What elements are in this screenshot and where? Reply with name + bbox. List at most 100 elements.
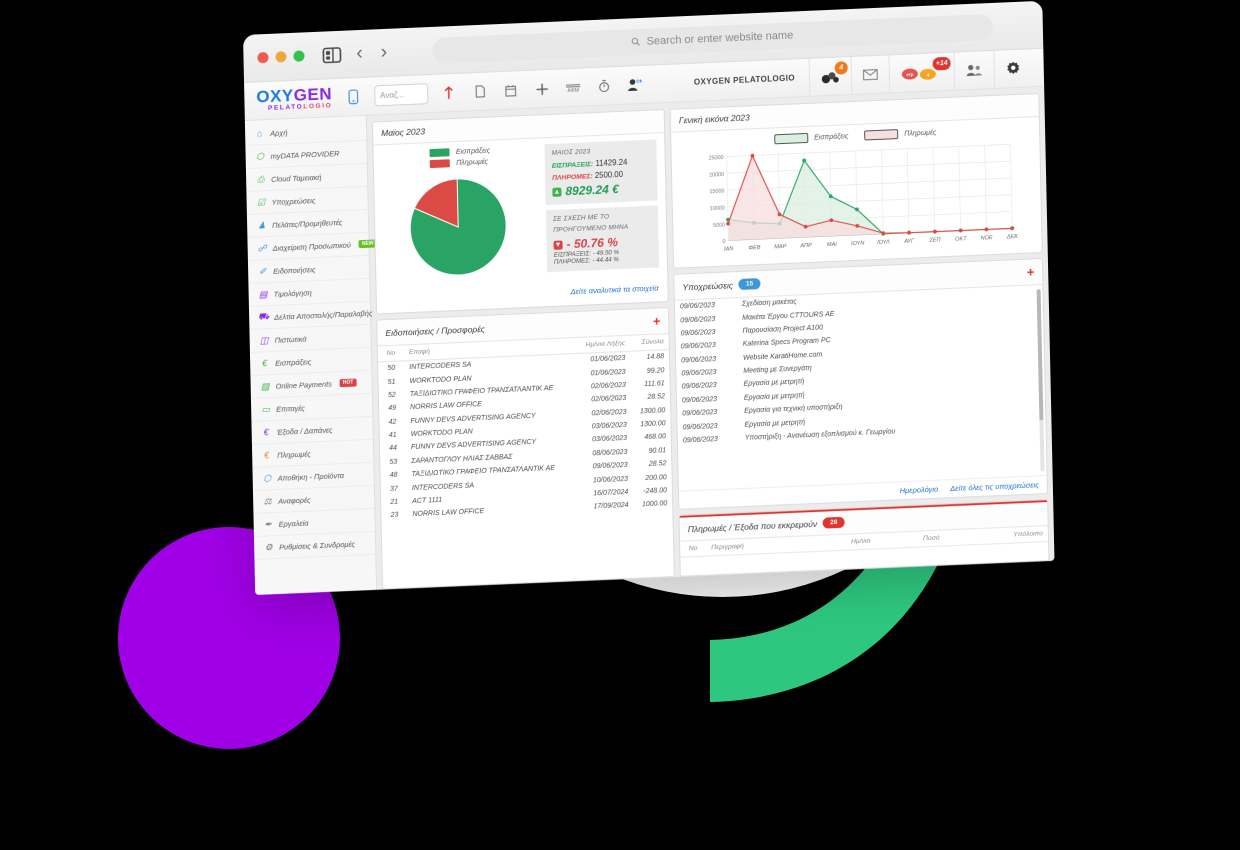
grid-line bbox=[1010, 144, 1013, 229]
tools-button[interactable]: 4 bbox=[808, 57, 852, 96]
area-chart: 0 5000 10000 15000 20000 25000 ΙΑΝ ΦΕΒ ΜΑΡ ΑΠΡ ΜΑΙ… bbox=[709, 143, 1018, 253]
sidebar-item-label: Τιμολόγηση bbox=[273, 287, 312, 299]
x-tick-label: ΙΑΝ bbox=[724, 246, 734, 252]
sidebar-item-label: Πληρωμές bbox=[277, 448, 312, 460]
brand-text: OXYGEN PELATOLOGIO bbox=[693, 73, 796, 87]
comparison-title-line1: ΣΕ ΣΧΕΣΗ ΜΕ ΤΟ bbox=[552, 213, 610, 223]
upload-icon[interactable] bbox=[439, 82, 459, 103]
legend-item: Πληρωμές bbox=[430, 158, 490, 169]
add-obligation-button[interactable]: + bbox=[1026, 264, 1034, 279]
window-controls[interactable] bbox=[257, 50, 305, 64]
sidebar-item-label: Πελάτες/Προμηθευτές bbox=[272, 217, 343, 230]
alerts-button[interactable]: erp 4 +14 bbox=[888, 52, 955, 93]
add-notification-button[interactable]: + bbox=[652, 313, 660, 328]
yearly-overview-card: Γενική εικόνα 2023 Εισπράξεις Πληρωμές 0… bbox=[669, 93, 1043, 269]
table-cell: 48 bbox=[389, 471, 398, 480]
month-totals-box: ΜΑΙΟΣ 2023 ΕΙΣΠΡΑΞΕΙΣ: 11429.24 ΠΛΗΡΟΜΕΣ… bbox=[544, 139, 658, 206]
mail-button[interactable] bbox=[850, 55, 890, 95]
grid-line bbox=[958, 146, 961, 231]
obligations-table: 09/06/2023 Σχεδίαση μακέτας 09/06/2023 Μακέ… bbox=[675, 285, 1046, 448]
sidebar-item-tag: HOT bbox=[339, 378, 357, 388]
summary-stats: ΜΑΙΟΣ 2023 ΕΙΣΠΡΑΞΕΙΣ: 11429.24 ΠΛΗΡΟΜΕΣ… bbox=[544, 139, 660, 275]
browser-window: ‹ › Search or enter website name OXYGEN … bbox=[243, 0, 1055, 595]
svg-text:AΦM: AΦM bbox=[567, 87, 579, 93]
mail-icon bbox=[862, 69, 878, 81]
sidebar-item-label: Πιστωτικά bbox=[274, 334, 307, 345]
x-tick-label: ΑΥΓ bbox=[903, 238, 915, 245]
x-tick-label: ΣΕΠ bbox=[928, 237, 941, 244]
calendar-link[interactable]: Ημερολόγιο bbox=[900, 485, 939, 496]
y-tick-label: 5000 bbox=[713, 222, 725, 229]
column-header: Υπόλοιπο bbox=[944, 526, 1049, 546]
forward-button[interactable]: › bbox=[378, 42, 391, 63]
data-point bbox=[958, 228, 963, 233]
view-all-obligations-link[interactable]: Δείτε όλες τις υποχρεώσεις bbox=[950, 480, 1039, 493]
sidebar-item-label: Υποχρεώσεις bbox=[271, 195, 316, 207]
legend-item: Πληρωμές bbox=[864, 127, 936, 141]
legend-swatch-payments bbox=[864, 129, 899, 141]
pending-payments-count-badge: 28 bbox=[823, 516, 845, 529]
back-button[interactable]: ‹ bbox=[353, 43, 366, 64]
x-tick-label: ΑΠΡ bbox=[799, 243, 812, 250]
x-tick-label: ΜΑΙ bbox=[827, 242, 838, 248]
obligation-date: 09/06/2023 bbox=[682, 436, 718, 445]
table-cell: 21 bbox=[390, 498, 399, 507]
income-label: ΕΙΣΠΡΑΞΕΙΣ: bbox=[551, 161, 594, 170]
data-point bbox=[907, 230, 911, 235]
payments-label: ΠΛΗΡΟΜΕΣ: bbox=[552, 173, 593, 182]
grid-line bbox=[727, 160, 1011, 174]
panel-icon[interactable] bbox=[322, 46, 342, 63]
y-tick-label: 20000 bbox=[709, 172, 724, 179]
left-column: Μαϊος 2023 Εισπράξεις Πληρωμές ΜΑΙΟΣ 202… bbox=[371, 109, 675, 590]
afm-icon[interactable]: AΦM bbox=[563, 77, 583, 98]
gear-icon: ⚙ bbox=[264, 541, 273, 553]
toolbar-search-input[interactable]: Αναζ... bbox=[373, 83, 429, 107]
sidebar-item-label: Αποθήκη - Προϊόντα bbox=[277, 470, 345, 483]
users-button[interactable] bbox=[953, 50, 995, 90]
euro-icon: € bbox=[262, 358, 268, 369]
obligations-count-badge: 15 bbox=[738, 278, 761, 291]
legend-label-income: Εισπράξεις bbox=[455, 147, 491, 156]
column-header: No bbox=[680, 540, 707, 558]
column-header: No bbox=[377, 345, 405, 363]
invoice-icon: ▤ bbox=[258, 288, 268, 300]
toolbar-search-value: Αναζ... bbox=[379, 90, 405, 101]
comparison-title-line2: ΠΡΟΗΓΟΥΜΕΝΟ ΜΗΝΑ bbox=[553, 223, 629, 234]
grid-line bbox=[906, 148, 910, 233]
notifications-offers-card: Ειδοποιήσεις / Προσφορές + No Επαφή Ημ/νια… bbox=[376, 307, 675, 590]
sidebar-item-18[interactable]: ⚙ Ρυθμίσεις & Συνδρομές bbox=[253, 531, 376, 560]
screenshot-root: ‹ › Search or enter website name OXYGEN … bbox=[0, 0, 1240, 850]
sidebar-item-label: myDATA PROVIDER bbox=[270, 148, 340, 161]
obligations-list[interactable]: 09/06/2023 Σχεδίαση μακέτας 09/06/2023 Μακέ… bbox=[675, 285, 1047, 491]
mobile-icon[interactable] bbox=[343, 86, 363, 107]
legend-swatch-income bbox=[429, 148, 450, 158]
settings-button[interactable] bbox=[993, 49, 1033, 88]
pending-payments-title: Πληρωμές / Έξοδα που εκκρεμούν bbox=[687, 518, 818, 534]
document-icon[interactable] bbox=[470, 81, 490, 102]
timer-icon[interactable] bbox=[594, 76, 614, 97]
table-cell: 44 bbox=[389, 445, 397, 453]
scale-icon: ⚖ bbox=[263, 495, 272, 507]
euro-icon: € bbox=[263, 427, 269, 438]
y-tick-label: 25000 bbox=[709, 155, 724, 162]
notifications-title: Ειδοποιήσεις / Προσφορές bbox=[385, 323, 485, 338]
euro-icon: € bbox=[264, 450, 270, 461]
minimize-window-button[interactable] bbox=[275, 51, 287, 63]
close-window-button[interactable] bbox=[257, 51, 269, 64]
maximize-window-button[interactable] bbox=[293, 50, 305, 62]
plus-icon[interactable] bbox=[532, 78, 552, 99]
user-online-icon[interactable]: ON bbox=[625, 74, 645, 95]
sidebar-item-label: Αρχή bbox=[270, 127, 288, 138]
search-icon bbox=[632, 37, 641, 46]
svg-text:ON: ON bbox=[637, 79, 643, 84]
view-details-link[interactable]: Δείτε αναλυτικά τα στοιχεία bbox=[570, 283, 658, 296]
table-cell: 50 bbox=[387, 364, 396, 373]
staff-icon: ☍ bbox=[257, 242, 267, 254]
grid-line bbox=[984, 145, 987, 230]
logo-sub-secondary: LOGIO bbox=[303, 102, 333, 111]
grid-line bbox=[881, 149, 884, 234]
data-point bbox=[1010, 226, 1015, 231]
sidebar-item-label: Αναφορές bbox=[278, 495, 311, 506]
calendar-icon[interactable] bbox=[501, 80, 521, 101]
app-body: ⌂ Αρχή ⬡ myDATA PROVIDER ⎙ Cloud Ταμειακή ☑ Υπο… bbox=[244, 86, 1055, 595]
